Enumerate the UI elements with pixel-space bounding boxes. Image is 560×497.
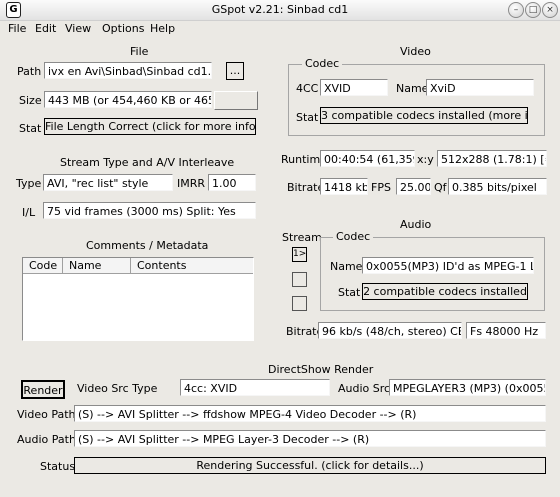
sample-rate-field[interactable]: Fs 48000 Hz (466, 322, 546, 339)
file-length-button[interactable]: File Length Correct (click for more info… (44, 118, 256, 135)
video-codec-group-label: Codec (302, 57, 343, 70)
size-label: Size (19, 94, 42, 107)
runtime-field[interactable]: 00:40:54 (61,359 fr (320, 150, 415, 167)
render-button[interactable]: Render (21, 380, 65, 399)
il-label: I/L (22, 206, 36, 219)
render-section-title: DirectShow Render (268, 363, 374, 376)
audio-bitrate-field[interactable]: 96 kb/s (48/ch, stereo) CBR (318, 322, 462, 339)
fps-label: FPS (371, 181, 391, 194)
menu-help[interactable]: Help (150, 22, 175, 35)
maximize-icon[interactable]: □ (525, 2, 541, 18)
col-code[interactable]: Code (23, 258, 63, 274)
video-bitrate-label: Bitrate (287, 181, 325, 194)
size-field[interactable]: 443 MB (or 454,460 KB or 465,36 (44, 91, 212, 108)
video-name-field[interactable]: XviD (426, 79, 534, 96)
video-section-title: Video (400, 45, 431, 58)
xy-field[interactable]: 512x288 (1.78:1) [=16 (437, 150, 547, 167)
menu-options[interactable]: Options (102, 22, 144, 35)
render-status-button[interactable]: Rendering Successful. (click for details… (74, 457, 546, 474)
comments-list[interactable]: Code Name Contents (22, 257, 254, 341)
imrr-field[interactable]: 1.00 (208, 174, 256, 191)
stream-type-section-title: Stream Type and A/V Interleave (60, 156, 235, 169)
video-stat-label: Stat (296, 111, 319, 124)
video-bitrate-field[interactable]: 1418 kb/ (320, 178, 368, 195)
video-path-label: Video Path (17, 408, 76, 421)
menu-edit[interactable]: Edit (35, 22, 56, 35)
audio-name-label: Name (330, 260, 363, 273)
video-codecs-button[interactable]: 3 compatible codecs installed (more info… (320, 107, 528, 124)
audio-path-field[interactable]: (S) --> AVI Splitter --> MPEG Layer-3 De… (74, 430, 546, 447)
col-contents[interactable]: Contents (131, 258, 253, 274)
xy-label: x:y (417, 153, 434, 166)
close-icon[interactable]: × (542, 2, 558, 18)
audio-stat-label: Stat (338, 286, 361, 299)
audio-stream-1-button[interactable]: 1> (292, 247, 307, 262)
audio-stream-2-button[interactable] (292, 272, 307, 287)
type-field[interactable]: AVI, "rec list" style (43, 174, 173, 191)
fourcc-label: 4CC (296, 82, 319, 95)
il-field[interactable]: 75 vid frames (3000 ms) Split: Yes (43, 202, 256, 219)
menu-view[interactable]: View (65, 22, 91, 35)
minimize-icon[interactable]: – (508, 2, 524, 18)
file-section-title: File (130, 45, 149, 58)
audio-section-title: Audio (400, 218, 432, 231)
browse-button[interactable]: ... (226, 62, 244, 80)
col-name[interactable]: Name (63, 258, 131, 274)
audio-codec-group-label: Codec (333, 230, 374, 243)
video-name-label: Name (396, 82, 429, 95)
fps-field[interactable]: 25.00 (396, 178, 431, 195)
imrr-label: IMRR (177, 177, 206, 190)
audio-stream-3-button[interactable] (292, 296, 307, 311)
audio-path-label: Audio Path (17, 433, 76, 446)
video-src-field[interactable]: 4cc: XVID (180, 379, 330, 396)
file-stat-label: Stat (19, 122, 42, 135)
video-path-field[interactable]: (S) --> AVI Splitter --> ffdshow MPEG-4 … (74, 405, 546, 422)
comments-section-title: Comments / Metadata (86, 239, 209, 252)
size-units-toggle[interactable] (214, 91, 258, 110)
path-field[interactable]: ivx en Avi\Sinbad\Sinbad cd1.avi (44, 62, 212, 79)
video-src-label: Video Src Type (77, 382, 158, 395)
video-codec-group (288, 64, 545, 136)
audio-src-label: Audio Src (338, 382, 391, 395)
audio-src-field[interactable]: MPEGLAYER3 (MP3) (0x0055) (389, 379, 546, 396)
qf-label: Qf (434, 181, 447, 194)
audio-stream-label: Stream (282, 231, 322, 244)
status-label: Status (40, 460, 76, 473)
type-label: Type (16, 177, 42, 190)
fourcc-field[interactable]: XVID (320, 79, 388, 96)
menu-file[interactable]: File (8, 22, 26, 35)
path-label: Path (17, 65, 42, 78)
audio-name-field[interactable]: 0x0055(MP3) ID'd as MPEG-1 Lay (362, 257, 534, 274)
window-title: GSpot v2.21: Sinbad cd1 (211, 3, 349, 16)
audio-codecs-button[interactable]: 2 compatible codecs installed (362, 283, 528, 300)
qf-field[interactable]: 0.385 bits/pixel (448, 178, 547, 195)
